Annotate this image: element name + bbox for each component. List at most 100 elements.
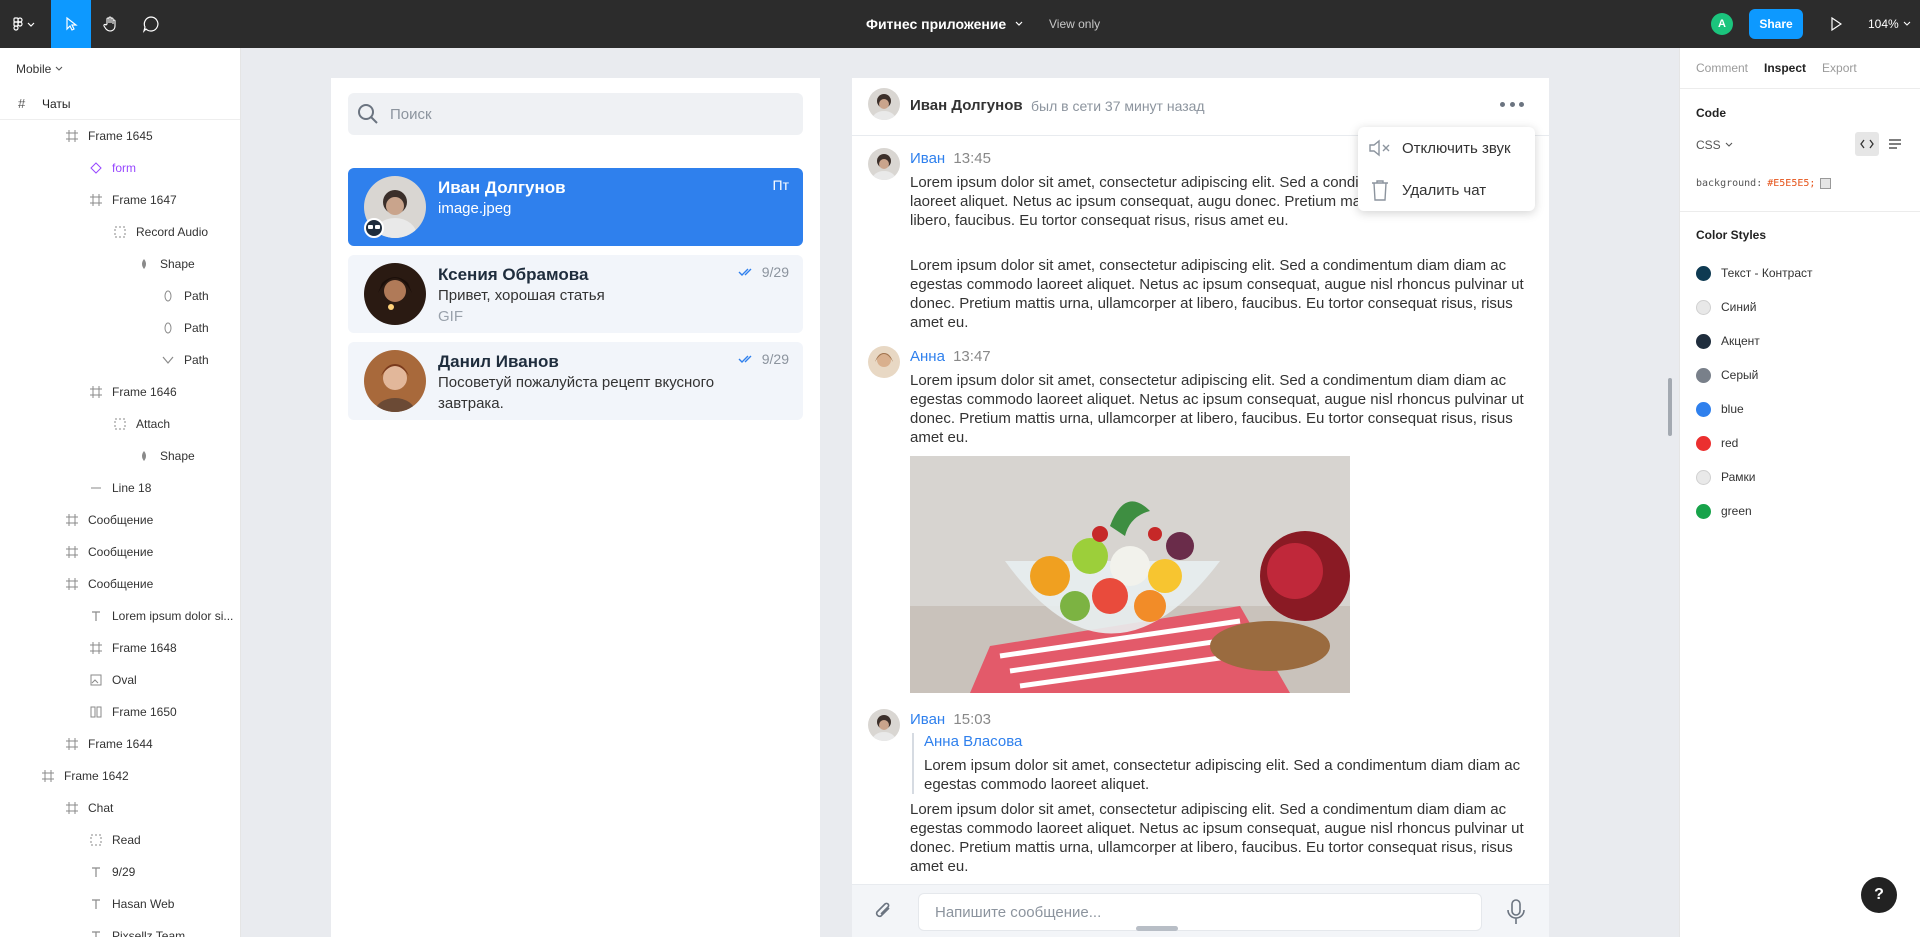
frame-icon xyxy=(64,512,80,528)
search-input[interactable]: Поиск xyxy=(348,93,803,135)
layer-row[interactable]: Shape xyxy=(0,440,240,472)
color-styles-title: Color Styles xyxy=(1696,228,1767,242)
present-button[interactable] xyxy=(1826,14,1846,34)
code-language-select[interactable]: CSS xyxy=(1696,138,1733,152)
tab-comment[interactable]: Comment xyxy=(1696,61,1748,75)
frame-icon xyxy=(64,128,80,144)
layer-row[interactable]: Lorem ipsum dolor si... xyxy=(0,600,240,632)
layer-row[interactable]: Line 18 xyxy=(0,472,240,504)
layer-row[interactable]: Oval xyxy=(0,664,240,696)
code-view-icon[interactable] xyxy=(1855,132,1879,156)
layer-row[interactable]: Path xyxy=(0,312,240,344)
page-name: Mobile xyxy=(16,62,52,76)
message-author[interactable]: Анна xyxy=(910,348,945,365)
fruit-salad-photo[interactable] xyxy=(910,456,1350,693)
canvas-scrollbar[interactable] xyxy=(1668,378,1672,436)
layer-label: Frame 1644 xyxy=(88,737,153,751)
tab-inspect[interactable]: Inspect xyxy=(1764,61,1806,75)
list-view-icon[interactable] xyxy=(1883,132,1907,156)
quoted-author: Анна Власова xyxy=(924,733,1023,750)
hand-tool-button[interactable] xyxy=(91,0,131,48)
user-avatar[interactable]: A xyxy=(1711,13,1733,35)
last-message-continued: завтрака. xyxy=(438,395,504,412)
layer-row[interactable]: Frame 1642 xyxy=(0,760,240,792)
color-style-item[interactable]: Текст - Контраст xyxy=(1696,263,1813,283)
zoom-menu[interactable]: 104% xyxy=(1868,17,1911,31)
color-style-item[interactable]: blue xyxy=(1696,399,1744,419)
component-icon xyxy=(88,160,104,176)
layer-row[interactable]: Frame 1648 xyxy=(0,632,240,664)
layer-tree: Frame 1645 form Frame 1647 Record Audio Shap… xyxy=(0,120,240,937)
message-input[interactable]: Напишите сообщение... xyxy=(918,893,1482,931)
file-title-label: Фитнес приложение xyxy=(866,16,1007,32)
color-swatch xyxy=(1696,333,1711,349)
view-only-label: View only xyxy=(1049,17,1101,31)
layer-row[interactable]: Frame 1646 xyxy=(0,376,240,408)
color-swatch xyxy=(1696,265,1711,281)
message-author[interactable]: Иван xyxy=(910,150,945,167)
share-button[interactable]: Share xyxy=(1749,9,1803,39)
color-style-item[interactable]: Серый xyxy=(1696,365,1758,385)
layer-row[interactable]: Frame 1650 xyxy=(0,696,240,728)
attach-paperclip-icon[interactable] xyxy=(870,897,898,925)
tab-export[interactable]: Export xyxy=(1822,61,1857,75)
quoted-message[interactable]: Анна Власова Lorem ipsum dolor sit amet,… xyxy=(912,733,1532,794)
move-tool-button[interactable] xyxy=(51,0,91,48)
delete-chat-menu-item[interactable]: Удалить чат xyxy=(1368,178,1486,202)
layer-row[interactable]: Path xyxy=(0,344,240,376)
color-style-item[interactable]: Акцент xyxy=(1696,331,1760,351)
file-title[interactable]: Фитнес приложение xyxy=(866,16,1024,32)
contact-avatar xyxy=(868,88,900,120)
group-icon xyxy=(88,832,104,848)
color-swatch xyxy=(1696,299,1711,315)
layer-row[interactable]: Frame 1647 xyxy=(0,184,240,216)
page-selector[interactable]: Mobile xyxy=(16,62,63,76)
color-style-item[interactable]: Синий xyxy=(1696,297,1756,317)
layer-row[interactable]: Сообщение xyxy=(0,504,240,536)
inspect-panel: Comment Inspect Export Code CSS backgrou… xyxy=(1679,48,1920,937)
help-button[interactable]: ? xyxy=(1861,877,1897,913)
layer-row[interactable]: Pixsellz Team xyxy=(0,920,240,937)
chat-list-item[interactable]: Иван Долгунов image.jpeg Пт xyxy=(348,168,803,246)
contact-avatar xyxy=(364,263,426,325)
layer-row[interactable]: Read xyxy=(0,824,240,856)
last-message: Привет, хорошая статья xyxy=(438,287,605,304)
chat-list-item[interactable]: Ксения Обрамова Привет, хорошая статья G… xyxy=(348,255,803,333)
divider xyxy=(1680,211,1920,212)
layer-row[interactable]: Path xyxy=(0,280,240,312)
mute-speaker-icon xyxy=(1368,136,1392,160)
color-style-item[interactable]: green xyxy=(1696,501,1752,521)
layer-row[interactable]: Hasan Web xyxy=(0,888,240,920)
layer-row[interactable]: Chat xyxy=(0,792,240,824)
figma-logo-icon xyxy=(13,17,35,31)
layer-label: Shape xyxy=(160,257,195,271)
main-menu-button[interactable] xyxy=(0,0,48,48)
layer-row[interactable]: 9/29 xyxy=(0,856,240,888)
layer-row[interactable]: Frame 1645 xyxy=(0,120,240,152)
mute-menu-item[interactable]: Отключить звук xyxy=(1368,136,1511,160)
color-style-item[interactable]: red xyxy=(1696,433,1738,453)
layer-label: Frame 1645 xyxy=(88,129,153,143)
layer-label: Frame 1642 xyxy=(64,769,129,783)
layer-row[interactable]: Record Audio xyxy=(0,216,240,248)
message-author[interactable]: Иван xyxy=(910,711,945,728)
color-swatch xyxy=(1696,401,1711,417)
layer-row[interactable]: Сообщение xyxy=(0,568,240,600)
layer-root-frame[interactable]: # Чаты xyxy=(0,88,240,120)
color-style-name: green xyxy=(1721,504,1752,518)
more-options-icon[interactable] xyxy=(1500,96,1524,112)
microphone-icon[interactable] xyxy=(1502,897,1530,927)
resize-handle[interactable] xyxy=(1136,926,1178,931)
color-style-name: Текст - Контраст xyxy=(1721,266,1813,280)
layer-row[interactable]: Shape xyxy=(0,248,240,280)
layer-row[interactable]: Attach xyxy=(0,408,240,440)
layer-row[interactable]: form xyxy=(0,152,240,184)
layer-row[interactable]: Сообщение xyxy=(0,536,240,568)
layer-row[interactable]: Frame 1644 xyxy=(0,728,240,760)
color-swatch xyxy=(1696,469,1711,485)
css-property: background: xyxy=(1696,178,1763,189)
color-style-name: red xyxy=(1721,436,1739,450)
comment-tool-button[interactable] xyxy=(131,0,171,48)
color-style-item[interactable]: Рамки xyxy=(1696,467,1755,487)
chat-list-item[interactable]: Данил Иванов Посоветуй пожалуйста рецепт… xyxy=(348,342,803,420)
